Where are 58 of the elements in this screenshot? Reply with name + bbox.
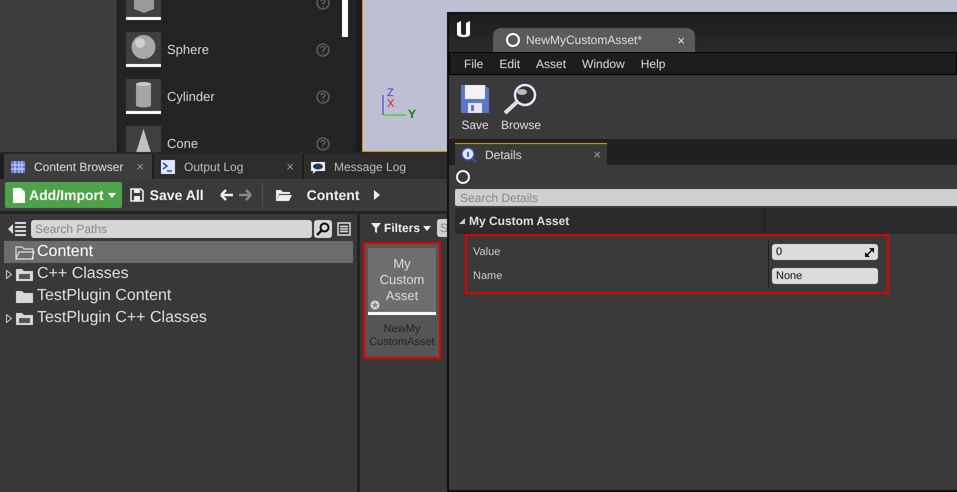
document-icon (13, 188, 25, 202)
menu-item[interactable]: File (456, 56, 492, 70)
save-all-button[interactable]: Save All (130, 187, 204, 203)
info-magnifier-icon (461, 146, 477, 162)
panel-tab[interactable]: Output Log × (154, 154, 302, 179)
expand-arrow-icon[interactable] (6, 314, 12, 322)
cone-icon[interactable] (126, 126, 161, 152)
caret-icon (108, 192, 116, 198)
terminal-icon (160, 158, 176, 174)
text-field[interactable]: None (772, 268, 878, 284)
actor-label: Cylinder (167, 89, 215, 104)
code-folder-icon (15, 266, 35, 282)
scrollbar[interactable] (342, 0, 348, 37)
property-label: Value (472, 246, 502, 258)
actor-label: Sphere (167, 42, 209, 57)
grid-icon (10, 158, 26, 174)
search-field[interactable]: Search Paths (31, 220, 312, 238)
back-arrow-icon[interactable] (220, 188, 234, 202)
circle-icon (505, 32, 521, 48)
list-view-icon[interactable] (337, 222, 351, 236)
document-tab[interactable]: NewMyCustomAsset* × (493, 28, 695, 52)
cylinder-icon[interactable] (126, 79, 161, 114)
save-button[interactable]: Save (459, 82, 491, 132)
folder-tree-item[interactable]: Content (4, 241, 353, 263)
menu-item[interactable]: Window (574, 56, 633, 70)
category-header[interactable]: My Custom Asset (455, 208, 957, 234)
filters-button[interactable]: Filters (371, 221, 432, 235)
collapse-triangle-icon (459, 218, 465, 224)
axis-gizmo-drawing: Z X Y (373, 83, 423, 133)
asset-thumbnail: My Custom Asset (368, 248, 436, 315)
caret-icon[interactable] (374, 190, 380, 200)
funnel-icon (371, 223, 381, 233)
engine-logo-icon (455, 20, 473, 38)
folder-tree-item[interactable]: TestPlugin Content (4, 285, 353, 307)
open-folder-icon (15, 244, 35, 260)
star-badge-icon (370, 300, 380, 310)
circle-icon (455, 169, 471, 185)
panel-tab[interactable]: Content Browser × (4, 154, 152, 179)
menu-item[interactable]: Asset (528, 56, 574, 70)
search-field[interactable]: Search Details (455, 189, 957, 206)
breadcrumb-link[interactable]: Content (306, 187, 360, 203)
property-label: Name (472, 270, 504, 282)
resize-arrow-icon (865, 248, 874, 256)
menu-item[interactable]: Edit (491, 56, 528, 70)
folder-icon (15, 288, 35, 304)
collapse-panel-icon[interactable] (8, 222, 26, 236)
caret-icon (423, 226, 432, 230)
number-field[interactable]: 0 (772, 244, 878, 260)
expand-arrow-icon[interactable] (6, 270, 12, 278)
details-tab[interactable]: Details × (455, 143, 607, 165)
menu-item[interactable]: Help (632, 56, 674, 70)
actor-label: Cone (167, 136, 198, 151)
folder-tree-item[interactable]: TestPlugin C++ Classes (4, 307, 353, 329)
code-folder-icon (15, 310, 35, 326)
search-icon (314, 220, 332, 238)
browse-button[interactable]: Browse (501, 82, 542, 132)
folder-tree-item[interactable]: C++ Classes (4, 263, 353, 285)
open-folder-icon (274, 188, 293, 202)
